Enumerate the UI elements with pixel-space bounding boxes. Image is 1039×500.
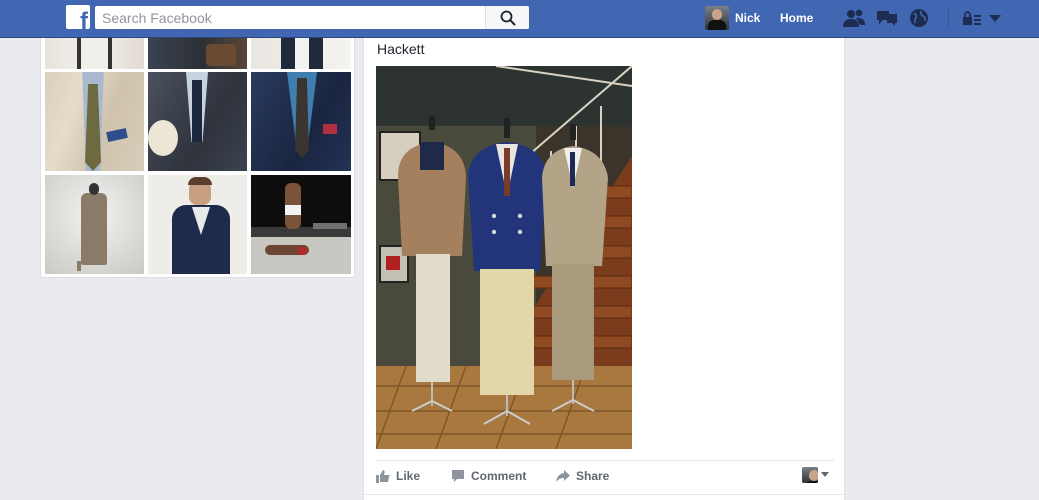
profile-link[interactable]: Nick	[705, 6, 760, 30]
post-actions-bar: Like Comment Share	[376, 460, 834, 492]
avatar	[705, 6, 729, 30]
home-link[interactable]: Home	[780, 11, 813, 25]
share-arrow-icon	[556, 470, 570, 482]
thumbs-up-icon	[376, 470, 390, 483]
photo-thumbnail[interactable]	[148, 72, 247, 171]
account-menu-caret-icon[interactable]	[987, 7, 1011, 29]
photos-card	[40, 38, 355, 278]
comment-button[interactable]: Comment	[451, 469, 526, 483]
post-photo[interactable]	[376, 66, 632, 449]
privacy-shortcuts-icon[interactable]	[961, 7, 985, 29]
photo-thumbnail[interactable]	[148, 38, 247, 69]
messages-icon[interactable]	[875, 7, 899, 29]
photo-thumbnail[interactable]	[251, 72, 351, 171]
profile-name: Nick	[735, 11, 761, 25]
chevron-down-icon[interactable]	[821, 472, 829, 477]
facebook-logo-icon[interactable]: f	[66, 5, 90, 29]
comment-bubble-icon	[452, 470, 464, 482]
photo-thumbnail[interactable]	[251, 175, 351, 274]
nav-divider	[948, 9, 949, 27]
post-photo-image	[376, 66, 632, 449]
like-label: Like	[396, 469, 421, 483]
search-box	[95, 6, 529, 29]
share-button[interactable]: Share	[556, 469, 609, 483]
photo-thumbnail[interactable]	[45, 175, 144, 274]
search-icon	[500, 10, 516, 26]
post-divider	[364, 494, 844, 495]
photo-thumbnail[interactable]	[148, 175, 247, 274]
post-card: Hackett Like Comment Share	[363, 38, 845, 500]
share-label: Share	[576, 469, 610, 483]
notifications-globe-icon[interactable]	[908, 7, 932, 29]
friend-requests-icon[interactable]	[842, 7, 866, 29]
photo-thumbnail[interactable]	[251, 38, 351, 69]
search-button[interactable]	[485, 6, 529, 29]
top-nav-bar: f Nick Home	[0, 0, 1039, 38]
search-input[interactable]	[95, 6, 485, 29]
photo-thumbnail[interactable]	[45, 72, 144, 171]
like-button[interactable]: Like	[376, 469, 420, 483]
comment-label: Comment	[471, 469, 527, 483]
post-title: Hackett	[377, 41, 425, 57]
photo-thumbnail[interactable]	[45, 38, 144, 69]
share-as-avatar[interactable]	[802, 467, 818, 483]
